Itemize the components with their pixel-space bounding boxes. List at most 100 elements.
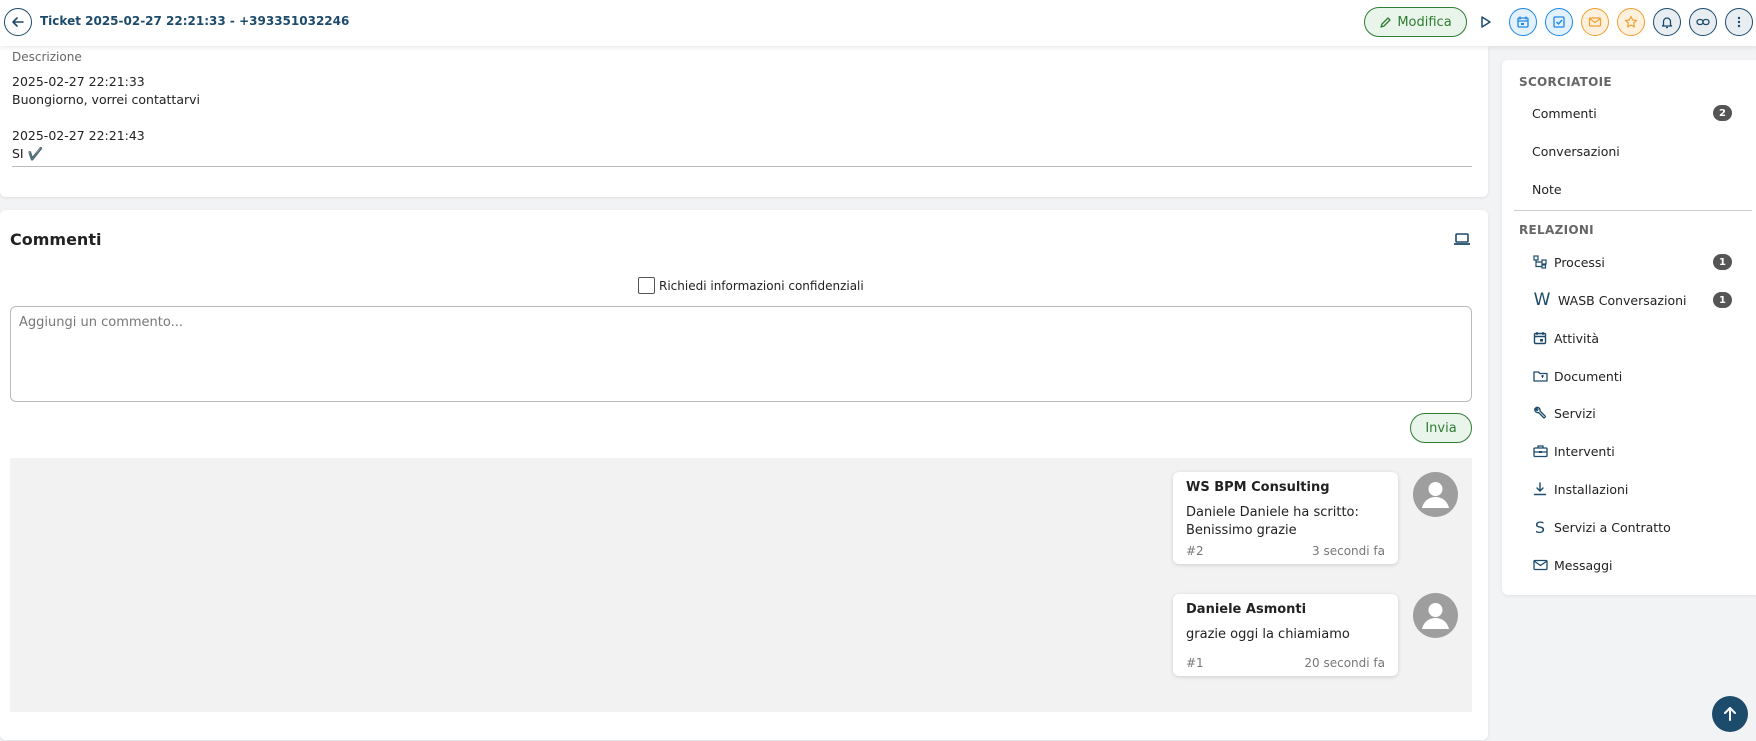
sidebar-item-label: Servizi	[1554, 405, 1596, 421]
shortcuts-title: SCORCIATOIE	[1519, 75, 1612, 89]
send-button[interactable]: Invia	[1410, 413, 1472, 443]
comment-author: WS BPM Consulting	[1186, 480, 1330, 495]
edit-button-label: Modifica	[1397, 14, 1452, 30]
w-letter-icon: W	[1533, 290, 1551, 310]
count-badge: 2	[1713, 105, 1732, 121]
sidebar: SCORCIATOIE Commenti 2 Conversazioni Not…	[1502, 60, 1756, 595]
star-icon	[1624, 15, 1638, 28]
comment-time: 3 secondi fa	[1312, 544, 1385, 558]
arrow-up-icon	[1724, 707, 1736, 721]
link-icon	[1696, 18, 1710, 26]
sidebar-item-label: Installazioni	[1554, 481, 1629, 497]
calendar-icon	[1532, 330, 1548, 346]
description-line: 2025-02-27 22:21:33	[12, 74, 145, 89]
sidebar-item-wasb-conversazioni[interactable]: W WASB Conversazioni 1	[1532, 289, 1732, 311]
count-badge: 1	[1713, 292, 1732, 308]
sidebar-item-label: WASB Conversazioni	[1558, 292, 1687, 308]
back-button[interactable]	[4, 8, 32, 36]
description-divider	[12, 166, 1472, 167]
sidebar-item-label: Note	[1532, 181, 1562, 197]
pencil-icon	[1380, 16, 1391, 28]
process-tree-icon	[1532, 254, 1548, 270]
confidential-label: Richiedi informazioni confidenziali	[659, 278, 864, 293]
sidebar-item-interventi[interactable]: Interventi	[1532, 440, 1732, 462]
comment-number: #1	[1186, 656, 1204, 670]
comment-number: #2	[1186, 544, 1204, 558]
sidebar-item-installazioni[interactable]: Installazioni	[1532, 478, 1732, 500]
comment-text-line: grazie oggi la chiamiamo	[1186, 627, 1350, 642]
more-button[interactable]	[1725, 8, 1753, 36]
sidebar-item-label: Conversazioni	[1532, 143, 1620, 159]
avatar	[1413, 472, 1458, 517]
page-title: Ticket 2025-02-27 22:21:33 - +3933510322…	[40, 14, 350, 28]
task-button[interactable]	[1545, 8, 1573, 36]
comments-thread: WS BPM Consulting Daniele Daniele ha scr…	[10, 458, 1472, 712]
sidebar-item-label: Processi	[1554, 254, 1605, 270]
comment-bubble: WS BPM Consulting Daniele Daniele ha scr…	[1173, 472, 1398, 564]
s-letter-icon: S	[1534, 517, 1546, 537]
sidebar-item-commenti[interactable]: Commenti 2	[1532, 102, 1732, 124]
sidebar-item-documenti[interactable]: Documenti	[1532, 365, 1732, 387]
top-bar: Ticket 2025-02-27 22:21:33 - +3933510322…	[0, 0, 1756, 46]
sidebar-item-messaggi[interactable]: Messaggi	[1532, 554, 1732, 576]
sidebar-item-note[interactable]: Note	[1532, 178, 1732, 200]
play-button[interactable]	[1477, 12, 1495, 32]
comment-time: 20 secondi fa	[1304, 656, 1385, 670]
sidebar-item-attivita[interactable]: Attività	[1532, 327, 1732, 349]
sidebar-divider	[1514, 210, 1752, 211]
comment-text-line: Benissimo grazie	[1186, 523, 1297, 538]
confidential-checkbox[interactable]	[638, 277, 655, 294]
comments-card: Commenti Richiedi informazioni confidenz…	[0, 210, 1488, 740]
sidebar-item-label: Interventi	[1554, 443, 1615, 459]
more-vertical-icon	[1737, 16, 1741, 28]
sidebar-item-label: Attività	[1554, 330, 1600, 346]
sidebar-item-label: Documenti	[1554, 368, 1623, 384]
description-card: Descrizione 2025-02-27 22:21:33 Buongior…	[0, 46, 1488, 197]
sidebar-item-servizi-a-contratto[interactable]: S Servizi a Contratto	[1532, 516, 1732, 538]
comment-text-line: Daniele Daniele ha scritto:	[1186, 505, 1359, 520]
calendar-button[interactable]	[1509, 8, 1537, 36]
folder-icon	[1532, 368, 1548, 384]
scroll-top-button[interactable]	[1712, 696, 1748, 732]
description-line: 2025-02-27 22:21:43	[12, 128, 145, 143]
mail-icon	[1532, 557, 1548, 573]
edit-button[interactable]: Modifica	[1364, 7, 1467, 37]
link-button[interactable]	[1689, 8, 1717, 36]
sidebar-item-label: Servizi a Contratto	[1554, 519, 1671, 535]
confidential-row[interactable]: Richiedi informazioni confidenziali	[638, 277, 864, 294]
user-avatar-icon	[1422, 482, 1449, 508]
description-text: 2025-02-27 22:21:33 Buongiorno, vorrei c…	[12, 73, 200, 163]
laptop-icon[interactable]	[1453, 232, 1471, 246]
relations-title: RELAZIONI	[1519, 223, 1594, 237]
mail-button[interactable]	[1581, 8, 1609, 36]
description-line: SI ✔️	[12, 146, 44, 161]
notifications-button[interactable]	[1653, 8, 1681, 36]
sidebar-item-servizi[interactable]: Servizi	[1532, 402, 1732, 424]
play-icon	[1481, 16, 1491, 28]
back-arrow-icon	[12, 17, 24, 27]
wrench-icon	[1532, 405, 1548, 421]
comment-input[interactable]	[10, 306, 1472, 402]
sidebar-item-label: Messaggi	[1554, 557, 1613, 573]
user-avatar-icon	[1422, 603, 1449, 629]
description-label: Descrizione	[12, 50, 82, 64]
comment-text: grazie oggi la chiamiamo	[1186, 626, 1386, 644]
calendar-icon	[1517, 16, 1529, 28]
sidebar-item-label: Commenti	[1532, 105, 1597, 121]
favorite-button[interactable]	[1617, 8, 1645, 36]
task-check-icon	[1553, 16, 1565, 28]
mail-icon	[1588, 17, 1602, 27]
toolbox-icon	[1532, 443, 1548, 459]
download-icon	[1532, 481, 1548, 497]
avatar	[1413, 593, 1458, 638]
comment-bubble: Daniele Asmonti grazie oggi la chiamiamo…	[1173, 594, 1398, 676]
bell-icon	[1661, 17, 1673, 29]
comment-author: Daniele Asmonti	[1186, 602, 1307, 617]
sidebar-item-processi[interactable]: Processi 1	[1532, 251, 1732, 273]
comment-text: Daniele Daniele ha scritto: Benissimo gr…	[1186, 504, 1386, 540]
description-line: Buongiorno, vorrei contattarvi	[12, 92, 201, 107]
count-badge: 1	[1713, 254, 1732, 270]
description-line	[12, 109, 200, 127]
sidebar-item-conversazioni[interactable]: Conversazioni	[1532, 140, 1732, 162]
comments-title: Commenti	[10, 230, 102, 249]
